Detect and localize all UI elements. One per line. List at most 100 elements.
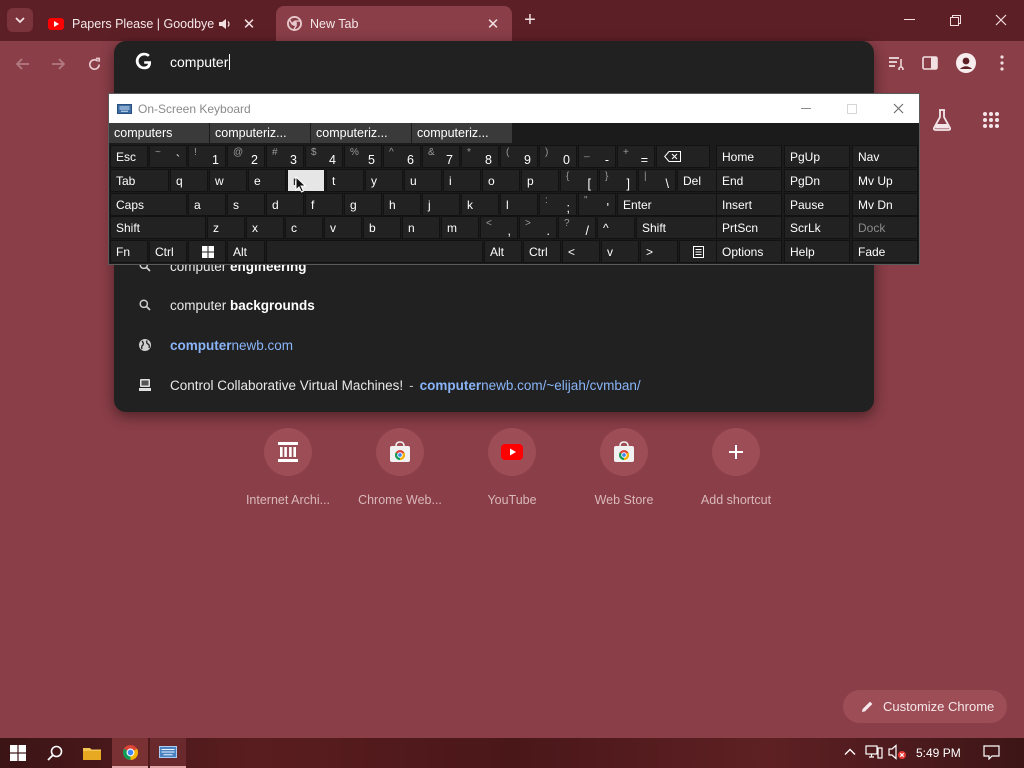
osk-key-3[interactable]: #3	[266, 145, 304, 168]
osk-key-pgup[interactable]: PgUp	[784, 145, 850, 168]
osk-key-u[interactable]: u	[404, 169, 442, 192]
osk-key-insert[interactable]: Insert	[716, 193, 782, 216]
osk-key-blank[interactable]: ? /	[558, 216, 596, 239]
osk-key-shift[interactable]: Shift	[636, 216, 722, 239]
osk-key-4[interactable]: $4	[305, 145, 343, 168]
osk-key-mv-dn[interactable]: Mv Dn	[852, 193, 918, 216]
osk-key-q[interactable]: q	[170, 169, 208, 192]
osk-key-blank[interactable]: + =	[617, 145, 655, 168]
tab-search-button[interactable]	[7, 8, 33, 32]
customize-chrome-button[interactable]: Customize Chrome	[843, 690, 1007, 723]
shortcut-tile[interactable]: Chrome Web...	[350, 428, 450, 518]
osk-key-blank[interactable]: ^	[597, 216, 635, 239]
osk-key-dock[interactable]: Dock	[852, 216, 918, 239]
osk-key-v[interactable]: v	[324, 216, 362, 239]
osk-key-blank[interactable]: :;	[539, 193, 577, 216]
shortcut-tile[interactable]: YouTube	[462, 428, 562, 518]
osk-key-blank[interactable]: {[	[560, 169, 598, 192]
osk-key-caps[interactable]: Caps	[110, 193, 187, 216]
osk-key-s[interactable]: s	[227, 193, 265, 216]
forward-arrow-icon[interactable]	[47, 53, 69, 75]
osk-key-j[interactable]: j	[422, 193, 460, 216]
osk-key-blank[interactable]	[656, 145, 710, 168]
osk-key-0[interactable]: ) 0	[539, 145, 577, 168]
osk-key-8[interactable]: * 8	[461, 145, 499, 168]
osk-prediction[interactable]: computeriz...	[210, 123, 310, 143]
side-panel-icon[interactable]	[918, 51, 942, 75]
osk-prediction[interactable]: computeriz...	[311, 123, 411, 143]
osk-key-blank[interactable]: _ -	[578, 145, 616, 168]
osk-key-c[interactable]: c	[285, 216, 323, 239]
osk-key-b[interactable]: b	[363, 216, 401, 239]
osk-key-nav[interactable]: Nav	[852, 145, 918, 168]
osk-key-blank[interactable]: | \	[638, 169, 676, 192]
osk-key-y[interactable]: y	[365, 169, 403, 192]
menu-dots-icon[interactable]	[990, 51, 1014, 75]
close-tab-icon[interactable]: ✕	[484, 15, 502, 33]
osk-key-p[interactable]: p	[521, 169, 559, 192]
osk-key-help[interactable]: Help	[784, 240, 850, 263]
osk-key-fn[interactable]: Fn	[110, 240, 148, 263]
osk-key-scrlk[interactable]: ScrLk	[784, 216, 850, 239]
osk-key-blank[interactable]: >.	[519, 216, 557, 239]
osk-key-d[interactable]: d	[266, 193, 304, 216]
osk-key-h[interactable]: h	[383, 193, 421, 216]
osk-key-t[interactable]: t	[326, 169, 364, 192]
osk-key-mv-up[interactable]: Mv Up	[852, 169, 918, 192]
notifications-icon[interactable]	[983, 745, 1001, 761]
shortcut-tile[interactable]: Web Store	[574, 428, 674, 518]
suggestion-item[interactable]: computer backgrounds	[114, 285, 874, 325]
osk-key-blank[interactable]: " '	[578, 193, 616, 216]
osk-key-x[interactable]: x	[246, 216, 284, 239]
osk-key-v[interactable]: v	[601, 240, 639, 263]
osk-key-1[interactable]: ! 1	[188, 145, 226, 168]
osk-key-ctrl[interactable]: Ctrl	[523, 240, 561, 263]
osk-key-blank[interactable]	[266, 240, 483, 263]
osk-key-blank[interactable]: ~ `	[149, 145, 187, 168]
omnibox-input[interactable]: computer	[170, 54, 231, 70]
osk-key-alt[interactable]: Alt	[484, 240, 522, 263]
osk-key-blank[interactable]: <,	[480, 216, 518, 239]
osk-key-prtscn[interactable]: PrtScn	[716, 216, 782, 239]
osk-key-m[interactable]: m	[441, 216, 479, 239]
suggestion-item[interactable]: computernewb.com	[114, 325, 874, 365]
suggestion-item[interactable]: Control Collaborative Virtual Machines! …	[114, 365, 874, 405]
osk-key-tab[interactable]: Tab	[110, 169, 169, 192]
osk-key-2[interactable]: @2	[227, 145, 265, 168]
apps-grid-icon[interactable]	[978, 107, 1004, 133]
taskbar-chrome-icon[interactable]	[112, 738, 148, 768]
media-control-icon[interactable]	[884, 51, 908, 75]
reload-icon[interactable]	[83, 53, 105, 75]
osk-key-blank[interactable]: <	[562, 240, 600, 263]
profile-avatar-icon[interactable]	[954, 51, 978, 75]
osk-key-blank[interactable]: }]	[599, 169, 637, 192]
osk-key-w[interactable]: w	[209, 169, 247, 192]
tray-chevron-up-icon[interactable]	[843, 745, 857, 759]
shortcut-tile[interactable]: Internet Archi...	[238, 428, 338, 518]
tab-youtube[interactable]: Papers Please | Goodbye Ins ✕	[38, 6, 274, 41]
file-explorer-icon[interactable]	[74, 738, 110, 768]
osk-key-blank[interactable]: >	[640, 240, 678, 263]
osk-key-f[interactable]: f	[305, 193, 343, 216]
add-shortcut-tile[interactable]: Add shortcut	[686, 428, 786, 518]
osk-prediction[interactable]: computeriz...	[412, 123, 512, 143]
osk-key-win-logo-icon[interactable]	[188, 240, 226, 263]
tab-new-tab[interactable]: New Tab ✕	[276, 6, 512, 41]
osk-key-pause[interactable]: Pause	[784, 193, 850, 216]
osk-close-icon[interactable]	[875, 94, 921, 123]
windows-start-icon[interactable]	[0, 738, 36, 768]
restore-icon[interactable]	[932, 8, 978, 32]
osk-key-g[interactable]: g	[344, 193, 382, 216]
osk-key-9[interactable]: (9	[500, 145, 538, 168]
volume-muted-icon[interactable]	[888, 744, 908, 760]
osk-key-esc[interactable]: Esc	[110, 145, 148, 168]
osk-key-i[interactable]: i	[443, 169, 481, 192]
osk-key-enter[interactable]: Enter	[617, 193, 724, 216]
osk-key-shift[interactable]: Shift	[110, 216, 206, 239]
osk-key-context-menu-icon[interactable]	[679, 240, 717, 263]
osk-key-fade[interactable]: Fade	[852, 240, 918, 263]
osk-key-6[interactable]: ^ 6	[383, 145, 421, 168]
labs-flask-icon[interactable]	[929, 107, 955, 133]
osk-key-home[interactable]: Home	[716, 145, 782, 168]
osk-key-end[interactable]: End	[716, 169, 782, 192]
